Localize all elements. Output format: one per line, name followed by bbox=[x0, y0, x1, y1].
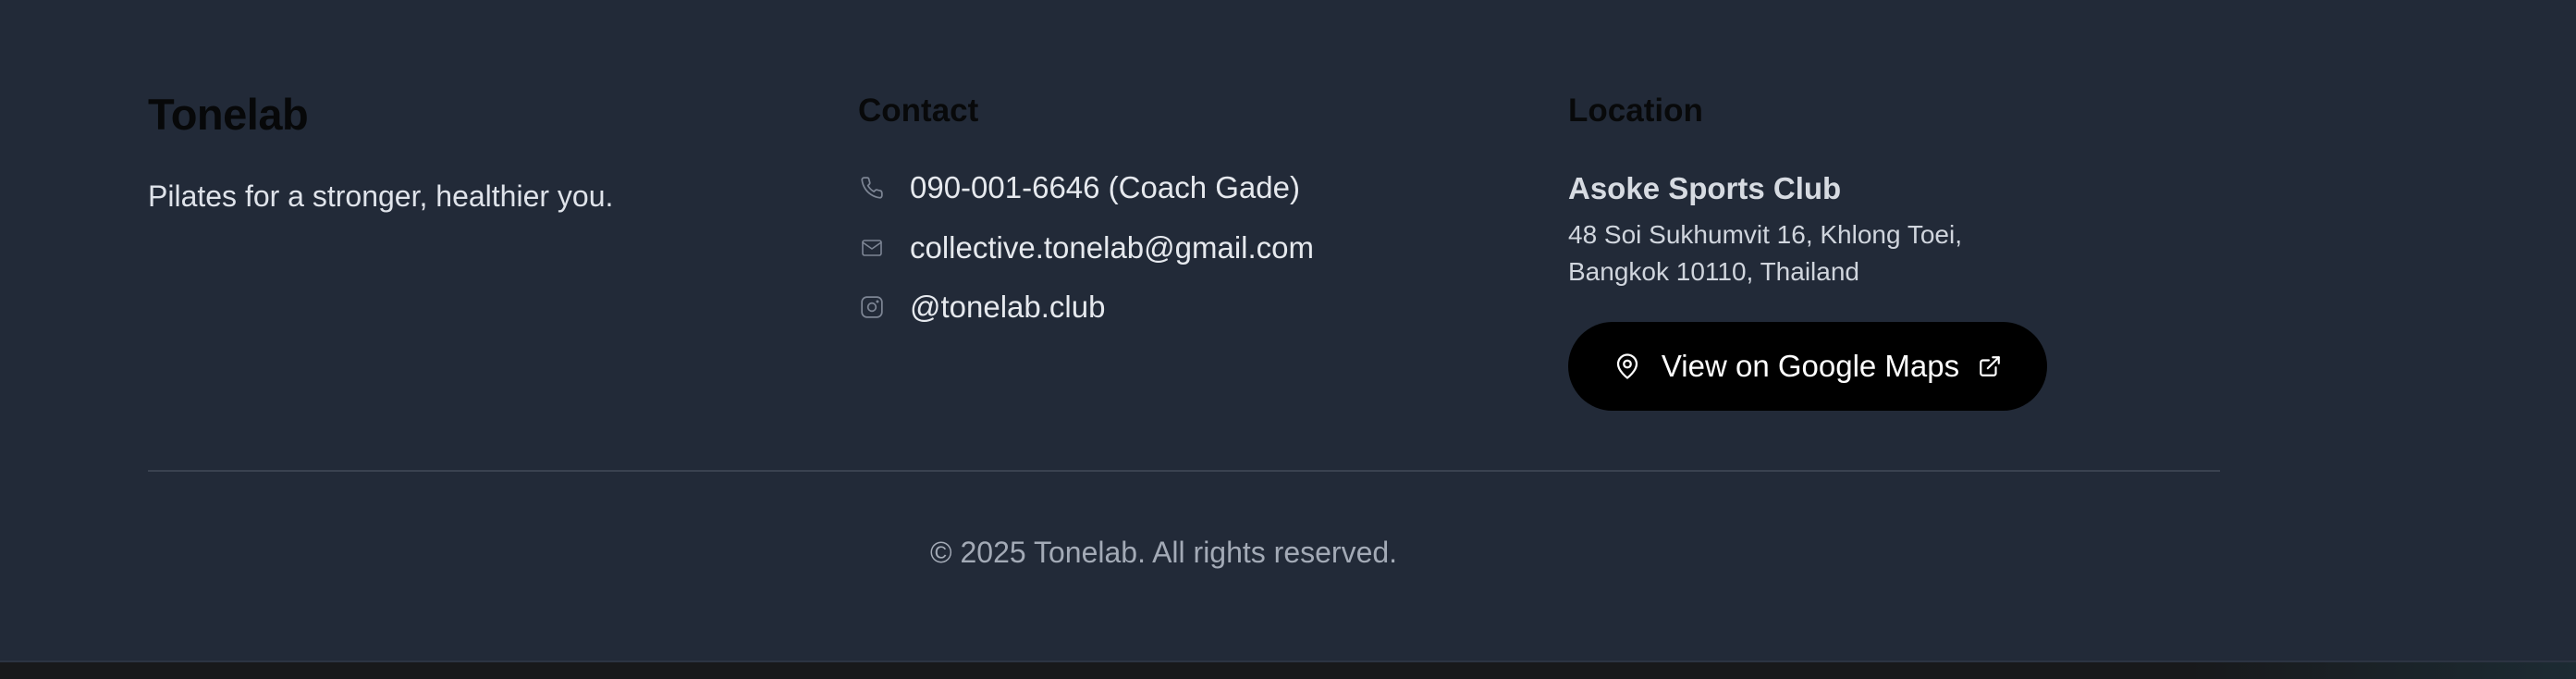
contact-email-link[interactable]: collective.tonelab@gmail.com bbox=[858, 225, 1314, 271]
external-link-icon bbox=[1978, 354, 2002, 378]
map-pin-icon bbox=[1613, 352, 1641, 380]
contact-heading: Contact bbox=[858, 93, 979, 129]
contact-email-text: collective.tonelab@gmail.com bbox=[910, 230, 1315, 265]
address-line-2: Bangkok 10110, Thailand bbox=[1568, 257, 1859, 286]
instagram-icon bbox=[858, 293, 886, 321]
venue-address: 48 Soi Sukhumvit 16, Khlong Toei, Bangkok… bbox=[1568, 216, 2049, 290]
phone-icon bbox=[858, 174, 886, 202]
page-bottom-edge bbox=[0, 662, 2576, 679]
brand-name: Tonelab bbox=[148, 90, 309, 139]
mail-icon bbox=[858, 234, 886, 262]
copyright-text: © 2025 Tonelab. All rights reserved. bbox=[930, 536, 1398, 569]
contact-instagram-text: @tonelab.club bbox=[910, 290, 1106, 324]
site-footer: Tonelab Pilates for a stronger, healthie… bbox=[0, 0, 2576, 662]
contact-phone-text: 090-001-6646 (Coach Gade) bbox=[910, 170, 1300, 204]
view-on-google-maps-button[interactable]: View on Google Maps bbox=[1568, 322, 2047, 411]
venue-name: Asoke Sports Club bbox=[1568, 171, 1842, 205]
footer-divider bbox=[148, 470, 2220, 472]
address-line-1: 48 Soi Sukhumvit 16, Khlong Toei, bbox=[1568, 220, 1962, 249]
contact-phone-link[interactable]: 090-001-6646 (Coach Gade) bbox=[858, 165, 1300, 211]
location-heading: Location bbox=[1568, 93, 1703, 129]
maps-button-label: View on Google Maps bbox=[1661, 349, 1960, 383]
brand-tagline: Pilates for a stronger, healthier you. bbox=[148, 179, 614, 213]
contact-instagram-link[interactable]: @tonelab.club bbox=[858, 284, 1105, 330]
